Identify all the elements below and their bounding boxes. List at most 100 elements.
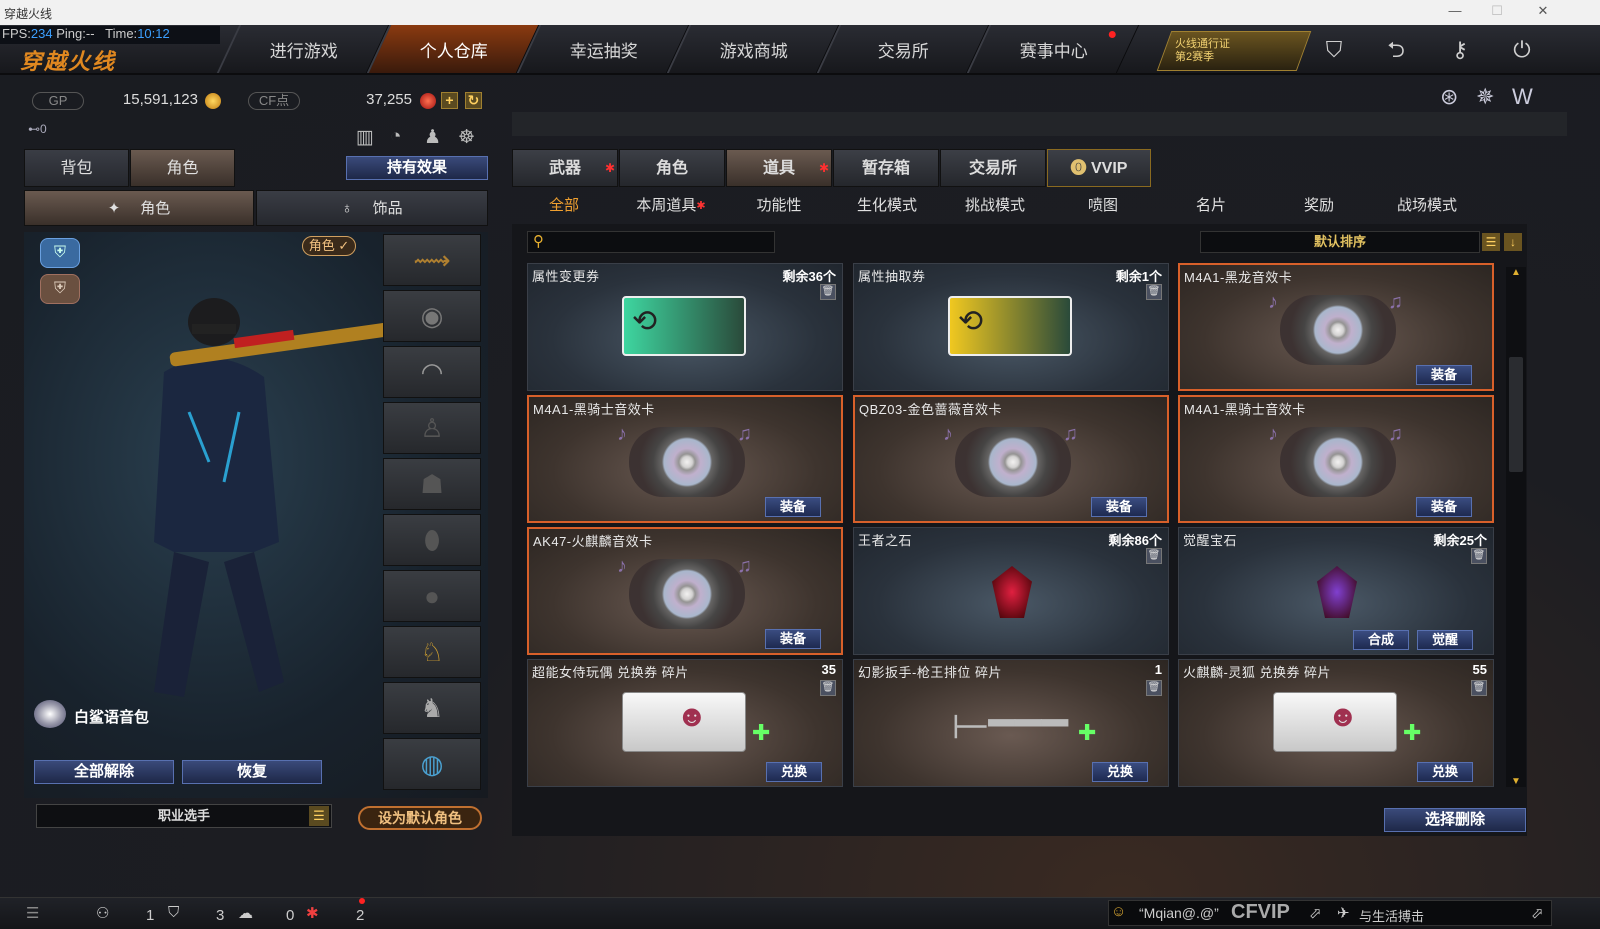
tab-role[interactable]: 角色 — [130, 149, 235, 187]
item-action-button[interactable]: 兑换 — [766, 762, 822, 782]
unequip-all-button[interactable]: 全部解除 — [34, 760, 174, 784]
search-field[interactable] — [552, 234, 770, 250]
tab-character[interactable]: 角色 — [619, 149, 725, 187]
close-button[interactable]: ✕ — [1528, 3, 1558, 19]
team-cf-icon[interactable]: ⛨ — [40, 238, 80, 268]
nav-tab-shop[interactable]: 游戏商城 — [666, 25, 840, 73]
search-input[interactable]: ⚲ — [527, 231, 775, 253]
item-action-button[interactable]: 装备 — [1416, 497, 1472, 517]
bomb-icon[interactable]: ☸ — [458, 126, 475, 149]
subtab-functional[interactable]: 功能性 — [725, 194, 833, 218]
combine-button[interactable]: 合成 — [1353, 630, 1409, 650]
history-icon[interactable]: ◔ — [390, 126, 401, 148]
subtab-zombie[interactable]: 生化模式 — [833, 194, 941, 218]
item-action-button[interactable]: 装备 — [765, 629, 821, 649]
slot-body[interactable]: ♙ — [383, 402, 481, 454]
scroll-down-icon[interactable]: ▼ — [1511, 776, 1521, 787]
tab-backpack[interactable]: 背包 — [24, 149, 129, 187]
gift-box-icon[interactable]: ✱ — [306, 904, 319, 922]
wolf-icon[interactable]: ✵ — [1476, 84, 1494, 110]
battlepass-banner[interactable]: 火线通行证 第2赛季 — [1156, 31, 1312, 71]
shield-icon[interactable]: ⛉ — [1314, 33, 1354, 67]
nav-tab-play[interactable]: 进行游戏 — [216, 25, 390, 73]
slot-pet-silver[interactable]: ♞ — [383, 682, 481, 734]
slot-pet-gold[interactable]: ♘ — [383, 626, 481, 678]
trash-icon[interactable]: 🗑 — [820, 680, 836, 696]
item-card[interactable]: 属性抽取券 剩余1个 🗑 ⟲ — [853, 263, 1169, 391]
trash-icon[interactable]: 🗑 — [1146, 680, 1162, 696]
item-card[interactable]: 幻影扳手-枪王排位 碎片 1 🗑 ⟝━━━ ✚ 兑换 — [853, 659, 1169, 787]
expand-icon[interactable]: ⬀ — [1531, 904, 1544, 922]
stats-icon[interactable]: ▥ — [356, 126, 374, 149]
sort-down-icon[interactable]: ↓ — [1504, 233, 1522, 251]
nav-tab-events[interactable]: 赛事中心 — [966, 25, 1140, 73]
item-card[interactable]: AK47-火麒麟音效卡 ♪ ♫ 装备 — [527, 527, 843, 655]
set-default-role-button[interactable]: 设为默认角色 — [358, 806, 482, 830]
scrollbar[interactable]: ▲ ▼ — [1506, 267, 1526, 787]
nav-tab-lottery[interactable]: 幸运抽奖 — [516, 25, 690, 73]
team-bl-icon[interactable]: ⛨ — [40, 274, 80, 304]
return-icon[interactable]: ⮌ — [1376, 33, 1416, 67]
character-icon[interactable]: ♟ — [424, 126, 441, 149]
slot-weapon[interactable]: ⟿ — [383, 234, 481, 286]
tab-storage[interactable]: 暂存箱 — [833, 149, 939, 187]
key-icon[interactable]: ⚷ — [1440, 33, 1480, 67]
slot-ring[interactable]: ◍ — [383, 738, 481, 790]
trash-icon[interactable]: 🗑 — [1146, 548, 1162, 564]
menu-icon[interactable]: ☰ — [309, 806, 329, 826]
item-card[interactable]: 火麒麟-灵狐 兑换券 碎片 55 🗑 ☻ ✚ 兑换 — [1178, 659, 1494, 787]
held-effects-button[interactable]: 持有效果 — [346, 156, 488, 180]
nav-tab-inventory[interactable]: 个人仓库 — [366, 25, 540, 73]
tab-items[interactable]: 道具 ✱ — [726, 149, 832, 187]
subtab-accessory[interactable]: ♁ 饰品 — [256, 190, 488, 226]
tab-exchange[interactable]: 交易所 — [940, 149, 1046, 187]
chat-ticker[interactable]: ☺ “Mqian@.@” CFVIP ⬀ ✈ 与生活搏击 ⬀ — [1108, 900, 1552, 926]
item-action-button[interactable]: 兑换 — [1092, 762, 1148, 782]
sort-select[interactable]: 默认排序 — [1200, 231, 1480, 253]
trash-icon[interactable]: 🗑 — [1471, 548, 1487, 564]
subtab-namecard[interactable]: 名片 — [1157, 194, 1265, 218]
item-action-button[interactable]: 装备 — [765, 497, 821, 517]
maximize-button[interactable]: ☐ — [1482, 3, 1512, 19]
refresh-button[interactable]: ↻ — [465, 92, 482, 109]
trash-icon[interactable]: 🗑 — [1471, 680, 1487, 696]
external-link-icon[interactable]: ⬀ — [1309, 904, 1322, 922]
select-delete-button[interactable]: 选择删除 — [1384, 808, 1526, 832]
tab-weapon[interactable]: 武器 ✱ — [512, 149, 618, 187]
profession-select[interactable]: 职业选手 — [36, 804, 332, 828]
subtab-reward[interactable]: 奖励 — [1265, 194, 1373, 218]
item-card[interactable]: 属性变更券 剩余36个 🗑 ⟲ — [527, 263, 843, 391]
friends-icon[interactable]: ⚇ — [96, 904, 109, 922]
item-card[interactable]: M4A1-黑骑士音效卡 ♪ ♫ 装备 — [527, 395, 843, 523]
clan-icon[interactable]: ⛉ — [168, 904, 179, 921]
scroll-up-icon[interactable]: ▲ — [1511, 267, 1521, 278]
restore-button[interactable]: 恢复 — [182, 760, 322, 784]
item-action-button[interactable]: 装备 — [1091, 497, 1147, 517]
subtab-battlefield[interactable]: 战场模式 — [1373, 194, 1481, 218]
power-icon[interactable]: ⏻ — [1502, 33, 1542, 67]
item-card[interactable]: 王者之石 剩余86个 🗑 — [853, 527, 1169, 655]
chat-icon[interactable]: ☁ — [238, 904, 253, 922]
slot-glasses[interactable]: ◠ — [383, 346, 481, 398]
scrollbar-thumb[interactable] — [1509, 357, 1523, 472]
slot-vest[interactable]: ⬮ — [383, 514, 481, 566]
item-action-button[interactable]: 装备 — [1416, 365, 1472, 385]
list-menu-icon[interactable]: ☰ — [26, 904, 39, 922]
item-card[interactable]: 超能女侍玩偶 兑换券 碎片 35 🗑 ☻ ✚ 兑换 — [527, 659, 843, 787]
slot-grenade[interactable]: ● — [383, 570, 481, 622]
list-icon[interactable]: ☰ — [1482, 233, 1500, 251]
slot-helmet[interactable]: ◉ — [383, 290, 481, 342]
item-card[interactable]: M4A1-黑龙音效卡 ♪ ♫ 装备 — [1178, 263, 1494, 391]
item-card[interactable]: 觉醒宝石 剩余25个 🗑 合成 觉醒 — [1178, 527, 1494, 655]
tab-vvip[interactable]: ⓿ VVIP — [1047, 149, 1151, 187]
subtab-weekly[interactable]: 本周道具✱ — [617, 194, 725, 218]
trash-icon[interactable]: 🗑 — [820, 284, 836, 300]
subtab-spray[interactable]: 喷图 — [1049, 194, 1157, 218]
subtab-challenge[interactable]: 挑战模式 — [941, 194, 1049, 218]
v-logo-icon[interactable]: W — [1512, 84, 1533, 110]
item-card[interactable]: M4A1-黑骑士音效卡 ♪ ♫ 装备 — [1178, 395, 1494, 523]
slot-back[interactable]: ☗ — [383, 458, 481, 510]
recharge-button[interactable]: + — [441, 92, 458, 109]
item-action-button[interactable]: 兑换 — [1417, 762, 1473, 782]
minimize-button[interactable]: — — [1440, 3, 1470, 18]
